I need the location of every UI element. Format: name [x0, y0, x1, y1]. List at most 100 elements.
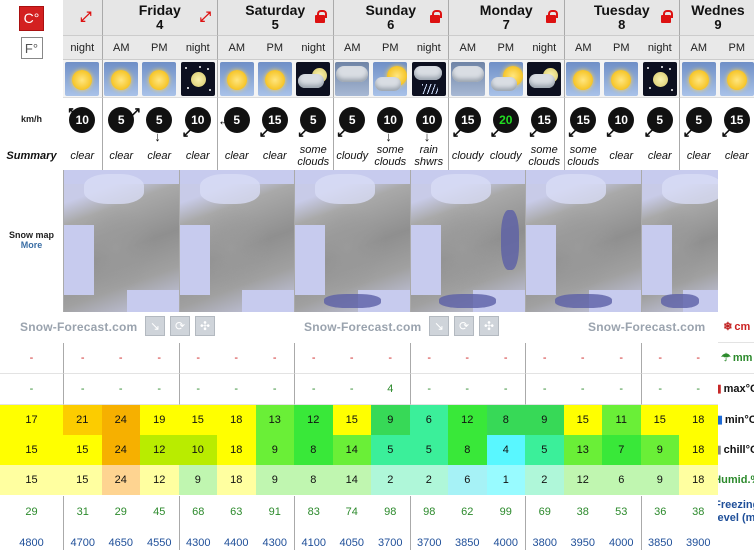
rain-cell: -	[255, 374, 294, 405]
chill-cell: 8	[294, 465, 333, 495]
humidity-cell: 31	[63, 496, 102, 527]
wind-cell: 5 ↙	[641, 98, 680, 142]
snow-map-tile[interactable]	[294, 170, 410, 312]
humidity-cell: 36	[640, 496, 680, 527]
snow-map-tile[interactable]	[409, 170, 525, 312]
star-dot	[184, 66, 187, 69]
weather-cell	[178, 60, 217, 98]
zoom-icon[interactable]: ↘	[429, 316, 449, 336]
time-of-day: AM	[101, 36, 140, 60]
snow-map-tile[interactable]	[640, 170, 718, 312]
cloud-shape	[336, 65, 369, 82]
day-name: Sunday	[365, 2, 417, 19]
star-dot	[186, 86, 189, 89]
wind-cell: 5 ↙	[294, 98, 333, 142]
freezing-level-cell: 3850	[455, 536, 480, 549]
refresh-icon[interactable]: ⟳	[170, 316, 190, 336]
max-temp-cell: 21	[63, 405, 102, 435]
time-of-day: night	[63, 36, 102, 60]
day-date: 7	[502, 17, 510, 33]
day-name: Monday	[479, 2, 533, 19]
celsius-button[interactable]: C°	[19, 5, 44, 31]
snow-forecast-logo: Snow-Forecast.com	[20, 320, 138, 334]
freezing-level-cell: 4400	[224, 536, 249, 549]
weather-cell	[255, 60, 294, 98]
weather-cell	[486, 60, 525, 98]
chill-label: ▮ chill°C	[718, 435, 754, 465]
humidity-cell: 98	[384, 505, 397, 518]
wind-direction-icon: ↓	[423, 129, 431, 142]
freezing-level-cell: 3850	[640, 527, 680, 550]
summary-cell: rain shwrs	[414, 143, 444, 168]
humidity-cell: 74	[345, 505, 358, 518]
expand-arrows-icon[interactable]: ⤢	[80, 9, 91, 24]
weather-cell	[717, 60, 754, 98]
chill-cell: 2	[409, 465, 448, 495]
humidity-cell: 29	[114, 505, 127, 518]
wind-cell: 10 ↙	[179, 98, 218, 142]
time-of-day: night	[178, 36, 217, 60]
sea-area	[641, 225, 672, 295]
lock-icon[interactable]	[661, 10, 673, 23]
fahrenheit-button[interactable]: F°	[20, 37, 43, 59]
summary-cell: cloudy	[448, 142, 487, 170]
lock-icon[interactable]	[545, 10, 558, 23]
wind-badge-wrap: 20 ↙	[490, 107, 519, 139]
humidity-cell: 68	[178, 496, 218, 527]
wind-cell: 20 ↙	[487, 98, 526, 142]
time-of-day: PM	[717, 36, 754, 60]
wind-cell: 15 ↙	[718, 98, 754, 142]
sea-area	[410, 225, 441, 295]
rain-cell: -	[0, 374, 63, 405]
snow-map-tile[interactable]	[178, 170, 294, 312]
expand-arrows-icon[interactable]: ⤢	[200, 9, 211, 24]
day-header: Friday 4 ⤢	[101, 0, 217, 36]
map-image	[410, 170, 525, 312]
sea-area	[526, 225, 556, 295]
lock-icon[interactable]	[314, 10, 327, 23]
wind-cell: 15 ↙	[256, 98, 295, 142]
snow-cell: -	[563, 343, 602, 374]
max-temp-cell: 17	[0, 405, 63, 435]
light-snow-cover	[84, 174, 144, 204]
max-temp-cell: 18	[679, 405, 718, 435]
wind-badge-wrap: 10 ↓	[415, 107, 442, 142]
summary-cell: clear	[185, 149, 210, 162]
min-temp-cell: 10	[178, 435, 217, 465]
time-of-day: night	[525, 36, 564, 60]
max-temp-cell: 15	[332, 405, 371, 435]
zoom-icon[interactable]: ↘	[145, 316, 165, 336]
humidity-cell: 62	[461, 505, 474, 518]
snow-map-tile[interactable]	[525, 170, 641, 312]
min-temp-cell: 18	[217, 435, 256, 465]
unit-fahrenheit-cell: F°	[0, 36, 63, 60]
lock-icon[interactable]	[430, 10, 442, 23]
time-of-day: PM	[486, 36, 525, 60]
summary-cell: clear	[647, 149, 672, 162]
freezing-level-cell: 3900	[686, 536, 711, 549]
freezing-level-cell: 4550	[147, 536, 172, 549]
star-dot	[660, 65, 663, 68]
wind-direction-icon: ↖	[67, 104, 79, 119]
expand-icon[interactable]: ✣	[195, 316, 215, 336]
day-date: 9	[714, 17, 722, 33]
wind-badge-wrap: 5 ↓	[146, 107, 173, 142]
map-image	[641, 170, 718, 312]
wind-badge-wrap: 15 ↙	[452, 107, 481, 139]
sun-icon	[65, 61, 100, 96]
expand-icon[interactable]: ✣	[479, 316, 499, 336]
humidity-cell: 63	[230, 505, 243, 518]
freezing-level-cell: 3800	[525, 527, 564, 550]
forecast-table: C° ⤢ Friday 4 ⤢ Saturday 5 Sunday 6 Monday 7 Tuesda…	[0, 0, 754, 550]
summary-label: Summary	[6, 149, 57, 162]
max-temp-cell: 15	[563, 405, 602, 435]
more-link[interactable]: More	[21, 240, 43, 251]
snow-icon: ❄	[723, 320, 733, 333]
refresh-icon[interactable]: ⟳	[454, 316, 474, 336]
sea-area	[179, 225, 210, 295]
snow-map-tile[interactable]	[63, 170, 179, 312]
time-of-day: PM	[255, 36, 294, 60]
wind-direction-icon: ↙	[720, 125, 732, 140]
sun-icon	[142, 61, 177, 96]
sun-icon	[104, 61, 139, 96]
